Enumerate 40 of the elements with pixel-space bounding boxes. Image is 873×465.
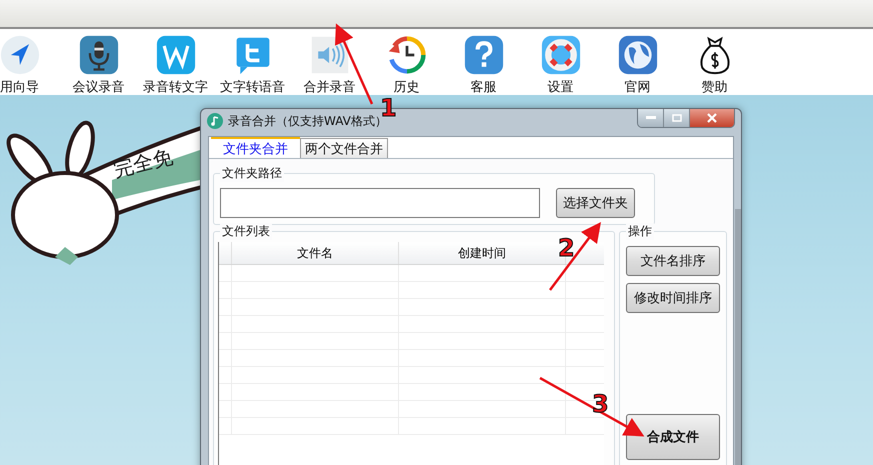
close-button[interactable]	[690, 109, 734, 127]
maximize-button[interactable]	[664, 109, 690, 127]
question-icon[interactable]	[464, 35, 504, 75]
column-header[interactable]: 文件名	[232, 242, 399, 264]
clock-arrow-icon[interactable]	[386, 35, 426, 75]
toolbar-label[interactable]: 用向导	[0, 78, 39, 96]
toolbar-label[interactable]: 赞助	[702, 78, 728, 96]
toolbar-label[interactable]: 会议录音	[72, 78, 124, 96]
group-label: 文件夹路径	[220, 165, 284, 182]
close-icon	[707, 113, 717, 123]
minimize-icon	[646, 116, 656, 120]
path-input[interactable]	[220, 188, 540, 218]
sort-button[interactable]: 文件名排序	[626, 246, 720, 276]
toolbar-label[interactable]: 设置	[548, 78, 574, 96]
group-label: 操作	[626, 223, 654, 240]
toolbar-label[interactable]: 合并录音	[304, 78, 356, 96]
sort-button[interactable]: 修改时间排序	[626, 283, 720, 313]
merge-button[interactable]: 合成文件	[626, 414, 720, 460]
compass-icon[interactable]	[0, 35, 40, 75]
speaker-icon[interactable]	[310, 35, 350, 75]
scrollbar[interactable]	[735, 209, 741, 465]
toolbar-label[interactable]: 录音转文字	[143, 78, 208, 96]
toolbar-label[interactable]: 客服	[470, 78, 496, 96]
choose-folder-button[interactable]: 选择文件夹	[556, 188, 635, 218]
banner-text: 完全免	[110, 143, 176, 184]
annotation-number: 1	[380, 96, 397, 120]
tab[interactable]: 文件夹合并	[211, 137, 300, 158]
minimize-button[interactable]	[638, 109, 664, 127]
annotation-arrow	[549, 222, 601, 291]
w-letter-icon[interactable]	[156, 35, 196, 75]
microphone-icon[interactable]	[78, 35, 118, 75]
group-label: 文件列表	[220, 223, 272, 240]
music-note-icon	[207, 113, 223, 129]
toolbar-label[interactable]: 历史	[394, 78, 420, 96]
tab[interactable]: 两个文件合并	[300, 138, 388, 158]
maximize-icon	[672, 114, 682, 122]
toolbar-label[interactable]: 文字转语音	[220, 78, 285, 96]
globe-icon[interactable]	[618, 35, 658, 75]
life-ring-icon[interactable]	[540, 35, 580, 75]
toolbar-label[interactable]: 官网	[624, 78, 650, 96]
